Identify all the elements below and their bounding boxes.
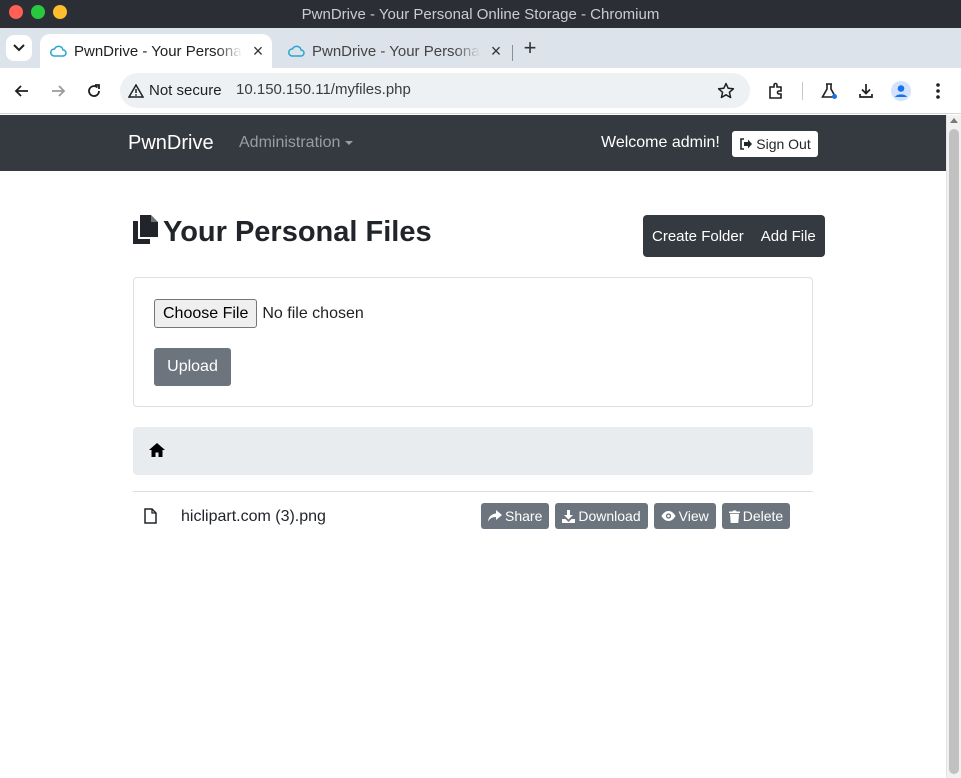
warning-icon: [128, 83, 144, 98]
download-icon[interactable]: [855, 80, 877, 102]
file-name[interactable]: hiclipart.com (3).png: [181, 508, 326, 526]
administration-label: Administration: [239, 134, 341, 151]
download-button[interactable]: Download: [555, 503, 648, 529]
tab-active[interactable]: PwnDrive - Your Personal Online Storage …: [40, 34, 272, 68]
file-actions: Share Download View Delete: [481, 503, 796, 529]
share-label: Share: [505, 508, 543, 524]
tab-title: PwnDrive - Your Personal Online Storage: [74, 42, 242, 60]
delete-label: Delete: [742, 508, 784, 524]
file-input[interactable]: Choose File No file chosen: [154, 299, 364, 328]
back-button[interactable]: [10, 79, 34, 103]
tab-title: PwnDrive - Your Personal Online Storage: [312, 42, 480, 60]
caret-down-icon: [345, 141, 354, 145]
browser-toolbar: Not secure 10.150.150.11/myfiles.php: [0, 68, 961, 114]
create-folder-button[interactable]: Create Folder: [643, 215, 752, 257]
file-icon: [144, 508, 157, 524]
welcome-text: Welcome admin!: [601, 134, 720, 151]
close-tab-icon[interactable]: ×: [250, 42, 266, 60]
trash-icon: [728, 510, 740, 523]
bookmark-star-icon[interactable]: [716, 81, 736, 101]
add-file-button[interactable]: Add File: [752, 215, 825, 257]
view-button[interactable]: View: [653, 503, 716, 529]
forward-button[interactable]: [46, 79, 70, 103]
no-file-chosen-text: No file chosen: [262, 304, 364, 322]
page-viewport: PwnDrive Administration Welcome admin! S…: [0, 115, 946, 778]
share-icon: [488, 510, 502, 522]
sign-out-label: Sign Out: [756, 136, 811, 152]
close-tab-icon[interactable]: ×: [488, 42, 504, 60]
view-label: View: [678, 508, 709, 524]
cloud-icon: [49, 42, 67, 60]
security-indicator[interactable]: Not secure: [128, 77, 222, 104]
download-icon: [562, 509, 576, 523]
window-title: PwnDrive - Your Personal Online Storage …: [301, 6, 660, 23]
file-list-item: hiclipart.com (3).png Share Download Vie…: [133, 492, 813, 542]
url-text[interactable]: 10.150.150.11/myfiles.php: [236, 81, 411, 98]
more-menu-icon[interactable]: [927, 80, 949, 102]
download-label: Download: [578, 508, 641, 524]
address-bar[interactable]: Not secure 10.150.150.11/myfiles.php: [120, 73, 750, 108]
tab-search-button[interactable]: [6, 35, 32, 61]
cloud-icon: [287, 42, 305, 60]
tab-separator: [512, 45, 513, 61]
arrow-left-icon: [14, 85, 28, 97]
scrollbar-thumb[interactable]: [949, 129, 959, 774]
reload-icon: [88, 84, 100, 97]
security-label: Not secure: [149, 82, 222, 99]
brand-link[interactable]: PwnDrive: [128, 132, 214, 155]
delete-button[interactable]: Delete: [721, 503, 791, 529]
reload-button[interactable]: [82, 79, 106, 103]
scroll-up-arrow-icon[interactable]: [950, 118, 958, 123]
sign-out-icon: [739, 138, 753, 150]
eye-icon: [661, 511, 676, 521]
new-tab-button[interactable]: +: [520, 35, 540, 60]
tab-strip: PwnDrive - Your Personal Online Storage …: [0, 28, 961, 68]
administration-dropdown[interactable]: Administration: [239, 134, 354, 152]
header-button-group: Create Folder Add File: [643, 215, 825, 257]
breadcrumb: [133, 427, 813, 475]
toolbar-separator: [802, 82, 803, 100]
home-icon[interactable]: [148, 442, 166, 458]
labs-flask-icon[interactable]: [818, 80, 840, 102]
copy-icon: [133, 215, 158, 249]
share-button[interactable]: Share: [481, 503, 550, 529]
choose-file-button[interactable]: Choose File: [154, 299, 258, 328]
upload-button[interactable]: Upload: [154, 348, 231, 386]
extensions-icon[interactable]: [765, 80, 787, 102]
tab-inactive[interactable]: PwnDrive - Your Personal Online Storage …: [278, 34, 510, 68]
page-title: Your Personal Files: [163, 215, 432, 248]
chevron-down-icon: [13, 44, 25, 52]
upload-card: Choose File No file chosen Upload: [133, 277, 813, 407]
page-header: Your Personal Files: [133, 215, 432, 249]
vertical-scrollbar[interactable]: [946, 115, 961, 778]
arrow-right-icon: [52, 85, 66, 97]
profile-avatar-icon[interactable]: [890, 80, 912, 102]
site-navbar: PwnDrive Administration Welcome admin! S…: [0, 115, 946, 171]
sign-out-button[interactable]: Sign Out: [732, 131, 818, 157]
window-titlebar: PwnDrive - Your Personal Online Storage …: [0, 0, 961, 28]
